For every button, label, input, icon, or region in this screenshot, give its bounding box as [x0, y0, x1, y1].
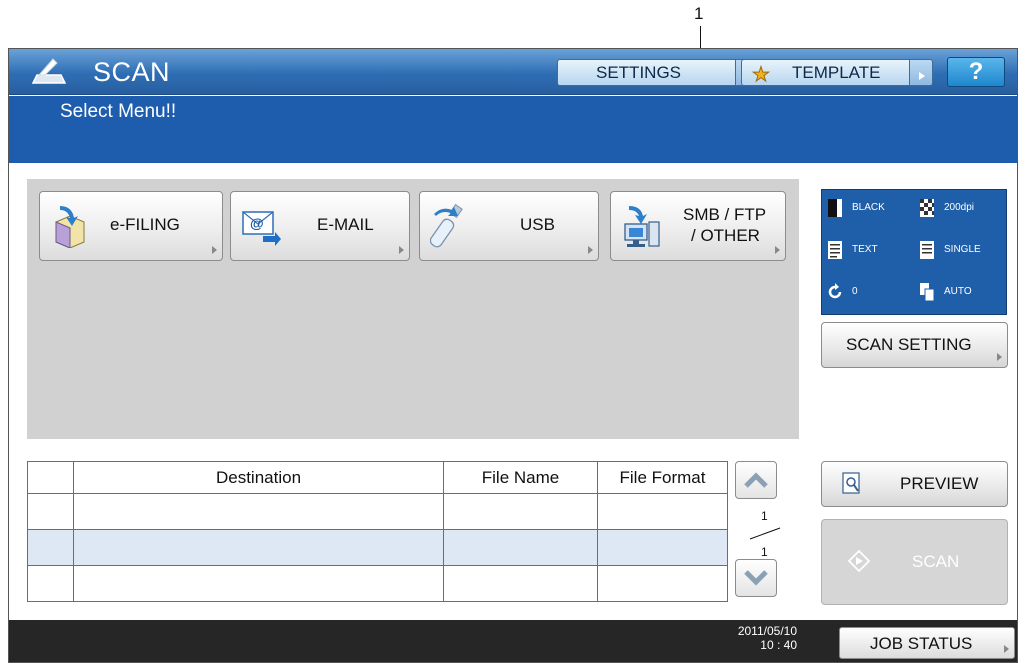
- email-button[interactable]: @ E-MAIL: [230, 191, 410, 261]
- smb-ftp-label-line1: SMB / FTP: [683, 205, 767, 224]
- email-label: E-MAIL: [317, 215, 374, 234]
- table-cell-file-name: [443, 529, 598, 566]
- scroll-down-button[interactable]: [735, 559, 777, 597]
- original-mode-setting: TEXT: [822, 232, 912, 270]
- e-filing-label: e-FILING: [110, 215, 180, 234]
- table-header-file-format: File Format: [597, 461, 728, 494]
- color-mode-value: BLACK: [852, 202, 885, 213]
- email-icon: @: [242, 211, 281, 246]
- original-size-setting: AUTO: [914, 274, 1004, 312]
- touch-panel-screen: SCAN SETTINGS ★ TEMPLATE ? Select Menu!!: [8, 48, 1018, 663]
- scan-label: SCAN: [912, 552, 960, 571]
- table-cell-destination: [73, 493, 444, 530]
- table-row[interactable]: [27, 529, 728, 566]
- date-text: 2011/05/10: [737, 624, 797, 638]
- scan-setting-button[interactable]: SCAN SETTING: [821, 322, 1008, 368]
- scan-sides-value: SINGLE: [944, 244, 981, 255]
- original-size-value: AUTO: [944, 286, 972, 297]
- message-bar: Select Menu!!: [9, 96, 1017, 163]
- table-header-destination: Destination: [73, 461, 444, 494]
- table-cell-destination: [73, 565, 444, 602]
- table-cell-file-format: [597, 493, 728, 530]
- chevron-up-icon: [744, 472, 768, 488]
- single-sided-icon: [920, 241, 934, 259]
- chevron-right-icon: [588, 246, 593, 254]
- status-bar: 2011/05/10 10 : 40 JOB STATUS: [9, 620, 1017, 662]
- app-title: SCAN: [93, 57, 171, 87]
- destination-table: Destination File Name File Format: [27, 461, 728, 602]
- start-icon: [848, 550, 870, 572]
- total-pages: 1: [761, 545, 768, 559]
- chevron-right-icon: [1004, 645, 1009, 653]
- scan-button[interactable]: SCAN: [821, 519, 1008, 605]
- table-cell-file-format: [597, 565, 728, 602]
- table-cell-destination: [73, 529, 444, 566]
- callout-number: 1: [694, 4, 704, 23]
- job-status-button[interactable]: JOB STATUS: [839, 627, 1015, 659]
- color-mode-setting: BLACK: [822, 190, 912, 228]
- table-header-index: [27, 461, 74, 494]
- table-cell-file-name: [443, 493, 598, 530]
- help-button[interactable]: ?: [947, 57, 1005, 87]
- preview-label: PREVIEW: [900, 474, 979, 493]
- smb-ftp-icon: [624, 206, 660, 247]
- header-bar: SCAN SETTINGS ★ TEMPLATE ?: [9, 49, 1017, 95]
- scroll-up-button[interactable]: [735, 461, 777, 499]
- svg-text:@: @: [250, 215, 264, 231]
- resolution-value: 200dpi: [944, 202, 975, 213]
- table-row[interactable]: [27, 493, 728, 530]
- job-status-label: JOB STATUS: [870, 634, 973, 653]
- e-filing-button[interactable]: e-FILING: [39, 191, 223, 261]
- preview-icon: [842, 472, 860, 494]
- page-divider: [749, 527, 781, 540]
- chevron-right-icon: [909, 59, 933, 86]
- smb-ftp-other-button[interactable]: SMB / FTP / OTHER: [610, 191, 786, 261]
- smb-ftp-label-line2: / OTHER: [691, 226, 760, 245]
- scan-screen-page: 1 SCAN SETTINGS ★ TEMPLATE ? Select Menu…: [0, 0, 1027, 663]
- table-header-file-name: File Name: [443, 461, 598, 494]
- star-icon: ★: [752, 64, 771, 87]
- rotation-value: 0: [852, 286, 858, 297]
- page-indicator: 1 1: [745, 509, 781, 559]
- resolution-setting: 200dpi: [914, 190, 1004, 228]
- preview-button[interactable]: PREVIEW: [821, 461, 1008, 507]
- color-mode-icon: [828, 199, 842, 217]
- scan-sides-setting: SINGLE: [914, 232, 1004, 270]
- original-mode-value: TEXT: [852, 244, 878, 255]
- date-time-display: 2011/05/10 10 : 40: [737, 624, 797, 652]
- table-cell-index: [27, 529, 74, 566]
- table-cell-index: [27, 493, 74, 530]
- rotate-icon: [828, 283, 842, 299]
- chevron-down-icon: [744, 570, 768, 586]
- template-label: TEMPLATE: [792, 63, 881, 82]
- table-header-row: Destination File Name File Format: [27, 461, 728, 494]
- usb-icon: [430, 204, 463, 248]
- chevron-right-icon: [212, 246, 217, 254]
- settings-button[interactable]: SETTINGS: [557, 59, 759, 86]
- rotation-setting: 0: [822, 274, 912, 312]
- table-cell-file-format: [597, 529, 728, 566]
- chevron-right-icon: [775, 246, 780, 254]
- text-document-icon: [828, 241, 842, 259]
- table-row[interactable]: [27, 565, 728, 602]
- auto-size-icon: [920, 283, 934, 301]
- table-cell-index: [27, 565, 74, 602]
- scanner-icon: [31, 58, 67, 84]
- resolution-icon: [920, 199, 934, 217]
- table-cell-file-name: [443, 565, 598, 602]
- current-settings-panel: BLACK 200dpi TEXT SINGLE 0 AUTO: [821, 189, 1007, 315]
- status-message: Select Menu!!: [60, 101, 177, 122]
- chevron-right-icon: [399, 246, 404, 254]
- usb-label: USB: [520, 215, 555, 234]
- settings-label: SETTINGS: [596, 63, 682, 82]
- usb-button[interactable]: USB: [419, 191, 599, 261]
- scan-setting-label: SCAN SETTING: [846, 335, 972, 354]
- time-text: 10 : 40: [760, 638, 797, 652]
- e-filing-icon: [55, 206, 85, 248]
- template-button[interactable]: ★ TEMPLATE: [741, 59, 933, 87]
- chevron-right-icon: [997, 353, 1002, 361]
- current-page: 1: [761, 509, 768, 523]
